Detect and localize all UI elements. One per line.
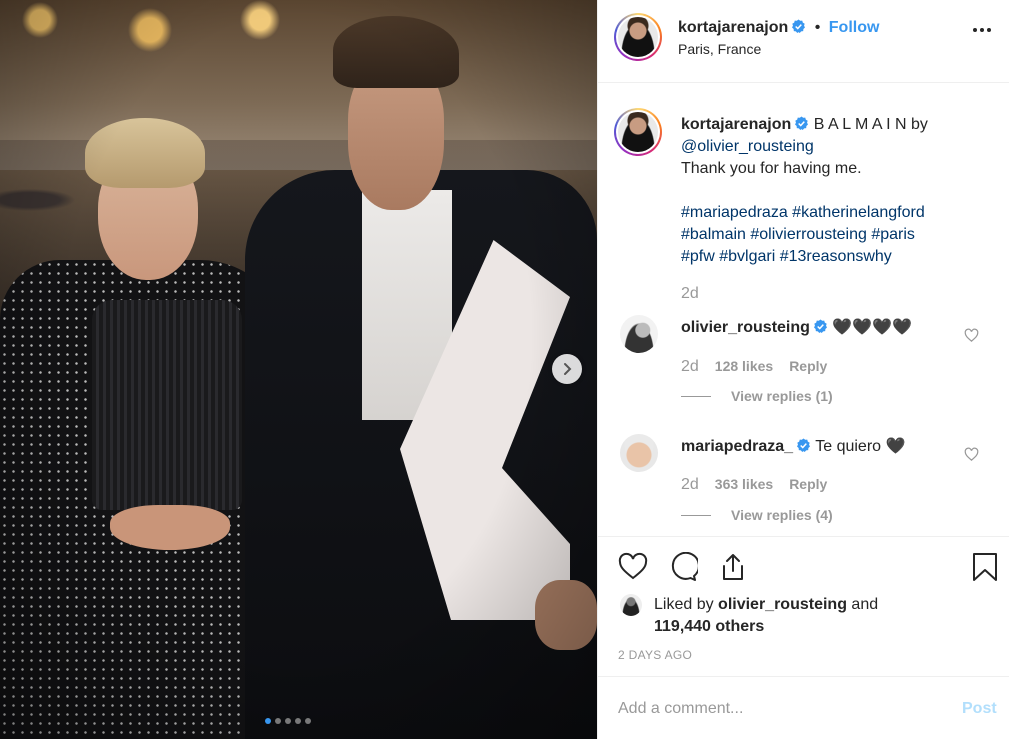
liked-by-others[interactable]: 119,440 others bbox=[654, 618, 764, 635]
divider bbox=[598, 82, 1009, 83]
verified-icon bbox=[795, 116, 809, 130]
follow-button[interactable]: Follow bbox=[829, 19, 880, 36]
heart-icon[interactable] bbox=[618, 552, 648, 582]
caption-hashtags[interactable]: #pfw #bvlgari #13reasonswhy bbox=[681, 248, 892, 265]
comment: mariapedraza_ Te quiero 🖤 bbox=[681, 436, 905, 456]
post-location[interactable]: Paris, France bbox=[678, 41, 761, 57]
liked-by-and: and bbox=[851, 596, 879, 613]
caption-hashtags[interactable]: #balmain #olivierrousteing #paris bbox=[681, 226, 915, 243]
author-avatar[interactable] bbox=[614, 13, 662, 61]
comment: olivier_rousteing 🖤🖤🖤🖤 bbox=[681, 317, 912, 337]
caption-timestamp: 2d bbox=[681, 285, 699, 302]
avatar-image bbox=[618, 17, 658, 57]
carousel-next-button[interactable] bbox=[552, 354, 582, 384]
caption-mention[interactable]: @olivier_rousteing bbox=[681, 138, 814, 155]
comment-username[interactable]: olivier_rousteing bbox=[681, 319, 810, 336]
comment-timestamp: 2d bbox=[681, 476, 699, 493]
comment-text: 🖤🖤🖤🖤 bbox=[832, 319, 913, 336]
share-icon[interactable] bbox=[718, 552, 748, 582]
view-replies-label: View replies (4) bbox=[731, 507, 833, 523]
post-header: kortajarenajon • Follow bbox=[678, 19, 879, 37]
post-date: 2 DAYS AGO bbox=[618, 648, 693, 662]
caption-text: B A L M A I N by bbox=[813, 116, 928, 133]
divider bbox=[598, 536, 1009, 537]
carousel-dot[interactable] bbox=[305, 718, 311, 724]
bookmark-icon[interactable] bbox=[970, 552, 1000, 582]
caption-hashtags[interactable]: #mariapedraza #katherinelangford bbox=[681, 204, 925, 221]
divider bbox=[681, 395, 711, 397]
caption-author-avatar[interactable] bbox=[614, 108, 662, 156]
caption-author-username[interactable]: kortajarenajon bbox=[681, 116, 791, 133]
comment-meta: 2d 128 likes Reply bbox=[681, 358, 827, 376]
comment-meta: 2d 363 likes Reply bbox=[681, 476, 827, 494]
commenter-avatar[interactable] bbox=[620, 315, 658, 353]
reply-button[interactable]: Reply bbox=[789, 476, 827, 492]
add-comment-input[interactable] bbox=[618, 700, 938, 718]
carousel-dot[interactable] bbox=[295, 718, 301, 724]
reply-button[interactable]: Reply bbox=[789, 358, 827, 374]
liker-avatar[interactable] bbox=[620, 594, 642, 616]
commenter-avatar[interactable] bbox=[620, 434, 658, 472]
more-icon[interactable] bbox=[973, 28, 991, 32]
carousel-dot[interactable] bbox=[275, 718, 281, 724]
comment-likes[interactable]: 128 likes bbox=[715, 358, 773, 374]
carousel-dots bbox=[265, 718, 311, 724]
comment-text: Te quiero 🖤 bbox=[815, 438, 906, 455]
chevron-right-icon bbox=[564, 363, 572, 375]
carousel-dot[interactable] bbox=[265, 718, 271, 724]
view-replies-button[interactable]: View replies (1) bbox=[681, 388, 833, 404]
likes-summary: Liked by olivier_rousteing and 119,440 o… bbox=[654, 594, 878, 638]
post-sidebar: kortajarenajon • Follow Paris, France ko… bbox=[597, 0, 1009, 739]
divider bbox=[681, 514, 711, 516]
post-photo[interactable] bbox=[0, 0, 597, 739]
liked-by-user[interactable]: olivier_rousteing bbox=[718, 596, 847, 613]
photo-vignette bbox=[0, 0, 597, 739]
carousel-dot[interactable] bbox=[285, 718, 291, 724]
view-replies-button[interactable]: View replies (4) bbox=[681, 507, 833, 523]
separator-dot: • bbox=[814, 19, 821, 36]
comment-icon[interactable] bbox=[668, 552, 698, 582]
heart-icon[interactable] bbox=[964, 328, 979, 343]
heart-icon[interactable] bbox=[964, 447, 979, 462]
comment-username[interactable]: mariapedraza_ bbox=[681, 438, 793, 455]
author-username[interactable]: kortajarenajon bbox=[678, 19, 788, 36]
verified-icon bbox=[797, 438, 811, 452]
post-comment-button[interactable]: Post bbox=[962, 700, 997, 718]
comment-likes[interactable]: 363 likes bbox=[715, 476, 773, 492]
verified-icon bbox=[813, 319, 827, 333]
avatar-image bbox=[618, 112, 658, 152]
view-replies-label: View replies (1) bbox=[731, 388, 833, 404]
caption-text: Thank you for having me. bbox=[681, 160, 862, 177]
verified-icon bbox=[792, 19, 806, 33]
post-caption: kortajarenajon B A L M A I N by @olivier… bbox=[681, 114, 981, 268]
liked-by-prefix: Liked by bbox=[654, 596, 714, 613]
divider bbox=[598, 676, 1009, 677]
comment-timestamp: 2d bbox=[681, 358, 699, 375]
